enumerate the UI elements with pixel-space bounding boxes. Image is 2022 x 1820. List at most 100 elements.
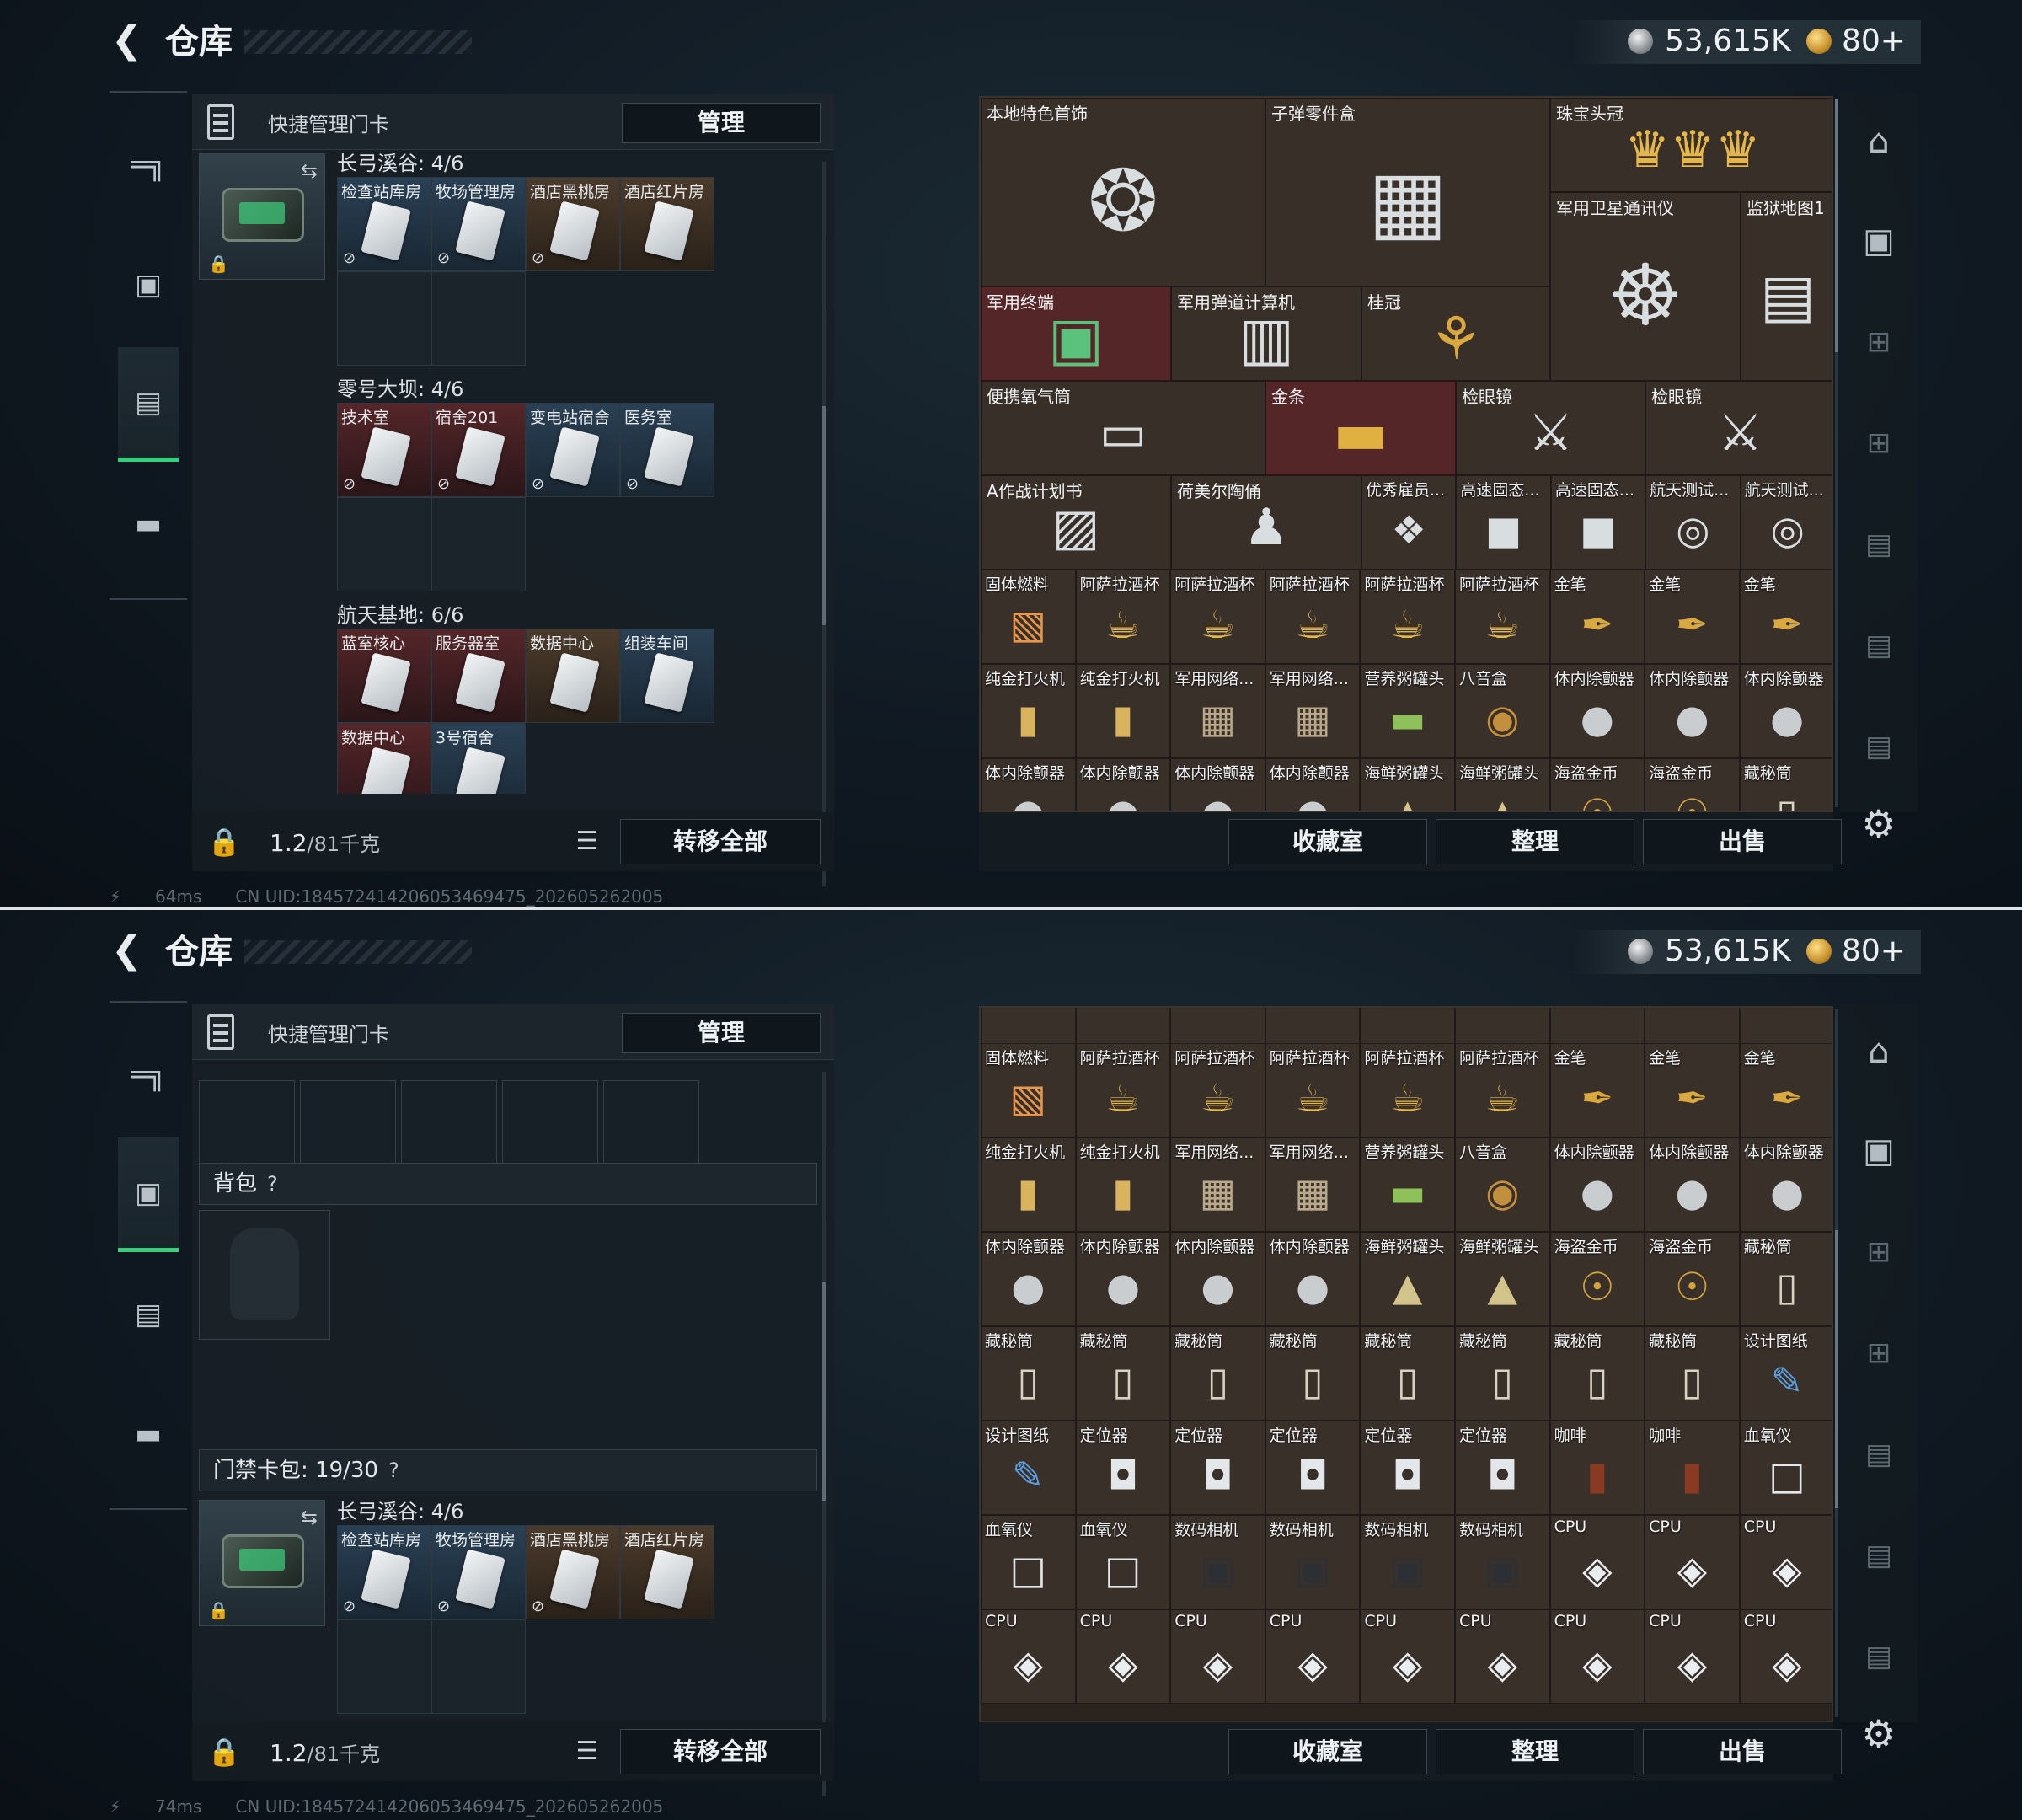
stash-item[interactable]: 军用卫星通讯仪 ☸ <box>1550 192 1741 381</box>
stash-item[interactable]: 海鲜粥罐头 ▲ <box>1360 758 1455 811</box>
stash-item[interactable]: 藏秘筒 ▯ <box>1265 1326 1361 1421</box>
stash-item[interactable]: 军用弹道计算机 ▥ <box>1171 286 1361 381</box>
sell-button[interactable]: 出售 <box>1643 1729 1842 1774</box>
stash-page-icon[interactable]: ▤ <box>1852 517 1906 571</box>
safe-icon[interactable]: ⌂ <box>1852 1025 1906 1079</box>
stash-item[interactable]: 藏秘筒 ▯ <box>1739 758 1832 811</box>
stash-item[interactable]: 藏秘筒 ▯ <box>1739 1232 1832 1326</box>
empty-slot[interactable] <box>300 1080 396 1164</box>
stash-item[interactable]: 体内除颤器 ● <box>1170 758 1265 811</box>
keycard-slot[interactable]: 检查站库房 ⊘ <box>337 1525 431 1619</box>
stash-item[interactable]: CPU ◈ <box>1170 1609 1265 1704</box>
stash-item[interactable]: 阿萨拉酒杯 ☕ <box>1075 1043 1171 1138</box>
stash-item[interactable]: 体内除颤器 ● <box>1549 664 1645 758</box>
stash-page-icon[interactable]: ▤ <box>1852 618 1906 672</box>
manage-button[interactable]: 管理 <box>622 1013 821 1053</box>
stash-item[interactable]: 军用网络... ▦ <box>1170 1138 1265 1232</box>
transfer-all-button[interactable]: 转移全部 <box>620 1729 821 1774</box>
stash-item[interactable]: 八音盒 ◉ <box>1454 664 1550 758</box>
stash-item[interactable]: 固体燃料 ▧ <box>981 570 1076 664</box>
stash-item[interactable]: CPU ◈ <box>1454 1609 1550 1704</box>
empty-slot[interactable] <box>199 1080 295 1164</box>
manage-button[interactable]: 管理 <box>622 103 821 143</box>
back-arrow-icon[interactable]: ❮ <box>111 19 145 62</box>
stash-item[interactable]: 藏秘筒 ▯ <box>1170 1326 1265 1421</box>
stash-item[interactable]: 血氧仪 □ <box>981 1515 1076 1609</box>
stash-item[interactable]: 纯金打火机 ▮ <box>1075 1138 1171 1232</box>
stash-page-icon[interactable]: ▣ <box>1852 214 1906 268</box>
help-icon[interactable]: ? <box>267 1172 278 1196</box>
stash-item[interactable]: 海鲜粥罐头 ▲ <box>1360 1232 1455 1326</box>
stash-item[interactable]: 阿萨拉酒杯 ☕ <box>1075 570 1171 664</box>
briefcase-icon[interactable]: ▬ <box>118 1377 179 1491</box>
stash-item[interactable] <box>1360 1008 1455 1043</box>
stash-item[interactable]: 体内除颤器 ● <box>1645 664 1740 758</box>
keycard-slot[interactable]: 酒店红片房 <box>620 177 714 271</box>
stash-item[interactable]: 体内除颤器 ● <box>1265 1232 1361 1326</box>
stash-item[interactable]: 定位器 ◘ <box>1170 1421 1265 1515</box>
keycard-slot[interactable]: 牧场管理房 ⊘ <box>431 1525 526 1619</box>
stash-item[interactable]: 固体燃料 ▧ <box>981 1043 1076 1138</box>
keycard-slot[interactable]: 数据中心 <box>526 629 620 723</box>
stash-item[interactable]: CPU ◈ <box>981 1609 1076 1704</box>
keycard-slot[interactable]: 服务器室 <box>431 629 526 723</box>
keycard-slot[interactable]: 组装车间 <box>620 629 714 723</box>
stash-item[interactable]: 子弹零件盒 ▦ <box>1265 98 1550 286</box>
stash-page-icon[interactable]: ▤ <box>1852 1528 1906 1582</box>
keycard-case[interactable]: ⇆ 🔒 <box>199 153 325 280</box>
stash-item[interactable]: 纯金打火机 ▮ <box>981 1138 1076 1232</box>
stash-item[interactable]: 咖啡 ▮ <box>1645 1421 1740 1515</box>
keycard-slot[interactable]: 检查站库房 ⊘ <box>337 177 431 271</box>
stash-item[interactable]: 阿萨拉酒杯 ☕ <box>1454 1043 1550 1138</box>
gear-icon[interactable]: ⚙ <box>1854 1709 1904 1759</box>
stash-item[interactable]: 金笔 ✒ <box>1739 1043 1832 1138</box>
keycard-slot[interactable]: 酒店红片房 <box>620 1525 714 1619</box>
stash-scrollbar-thumb[interactable] <box>1835 99 1838 352</box>
stash-item[interactable]: 海盗金币 ☉ <box>1645 1232 1740 1326</box>
stash-item[interactable]: 血氧仪 □ <box>1739 1421 1832 1515</box>
stash-item[interactable]: CPU ◈ <box>1645 1609 1740 1704</box>
stash-item[interactable]: 体内除颤器 ● <box>1739 664 1832 758</box>
gun-icon[interactable]: ═╗ <box>118 1018 179 1132</box>
stash-item[interactable]: 海鲜粥罐头 ▲ <box>1454 758 1550 811</box>
stash-item[interactable]: 定位器 ◘ <box>1075 1421 1171 1515</box>
keycard-case[interactable]: ⇆ 🔒 <box>199 1500 325 1626</box>
briefcase-icon[interactable]: ▬ <box>118 467 179 581</box>
stash-item[interactable]: 金条 ▬ <box>1265 381 1456 475</box>
stash-item[interactable]: 定位器 ◘ <box>1454 1421 1550 1515</box>
stash-item[interactable] <box>1075 1008 1171 1043</box>
stash-item[interactable]: 金笔 ✒ <box>1739 570 1832 664</box>
stash-page-icon[interactable]: ▣ <box>1852 1124 1906 1178</box>
stash-item[interactable]: 纯金打火机 ▮ <box>981 664 1076 758</box>
stash-item[interactable]: 体内除颤器 ● <box>1549 1138 1645 1232</box>
stash-item[interactable]: 海盗金币 ☉ <box>1549 758 1645 811</box>
stash-item[interactable]: 体内除颤器 ● <box>1645 1138 1740 1232</box>
stash-item[interactable]: 航天测试... ◎ <box>1740 475 1832 570</box>
keycard-slot[interactable]: 医务室 ⊘ <box>620 403 714 497</box>
swap-icon[interactable]: ⇆ <box>301 159 318 183</box>
stash-scrollbar-thumb[interactable] <box>1835 1230 1838 1508</box>
stash-item[interactable]: CPU ◈ <box>1739 1609 1832 1704</box>
stash-item[interactable]: 体内除颤器 ● <box>981 1232 1076 1326</box>
stash-item[interactable]: 航天测试... ◎ <box>1645 475 1741 570</box>
stash-item[interactable]: 军用终端 ▣ <box>981 286 1171 381</box>
panel-scrollbar-thumb[interactable] <box>822 406 826 625</box>
stash-item[interactable] <box>1549 1008 1645 1043</box>
stash-item[interactable]: 体内除颤器 ● <box>1739 1138 1832 1232</box>
collection-button[interactable]: 收藏室 <box>1228 819 1427 864</box>
stash-item[interactable]: 检眼镜 ⚔ <box>1645 381 1832 475</box>
stash-item[interactable]: CPU ◈ <box>1075 1609 1171 1704</box>
stash-page-icon[interactable]: ⊞ <box>1852 1225 1906 1279</box>
help-icon[interactable]: ? <box>388 1459 399 1482</box>
backpack-slot[interactable] <box>199 1210 330 1340</box>
keycard-slot[interactable]: 变电站宿舍 ⊘ <box>526 403 620 497</box>
keycard-slot[interactable]: 宿舍201 ⊘ <box>431 403 526 497</box>
stash-item[interactable]: 金笔 ✒ <box>1549 570 1645 664</box>
backpack-icon[interactable]: ▣ <box>118 228 179 342</box>
safe-icon[interactable]: ⌂ <box>1852 115 1906 169</box>
stash-item[interactable]: 高速固态... ■ <box>1550 475 1646 570</box>
stash-item[interactable]: 阿萨拉酒杯 ☕ <box>1360 570 1455 664</box>
stash-page-icon[interactable]: ⊞ <box>1852 1326 1906 1380</box>
stash-item[interactable]: CPU ◈ <box>1739 1515 1832 1609</box>
stash-item[interactable]: 阿萨拉酒杯 ☕ <box>1170 1043 1265 1138</box>
